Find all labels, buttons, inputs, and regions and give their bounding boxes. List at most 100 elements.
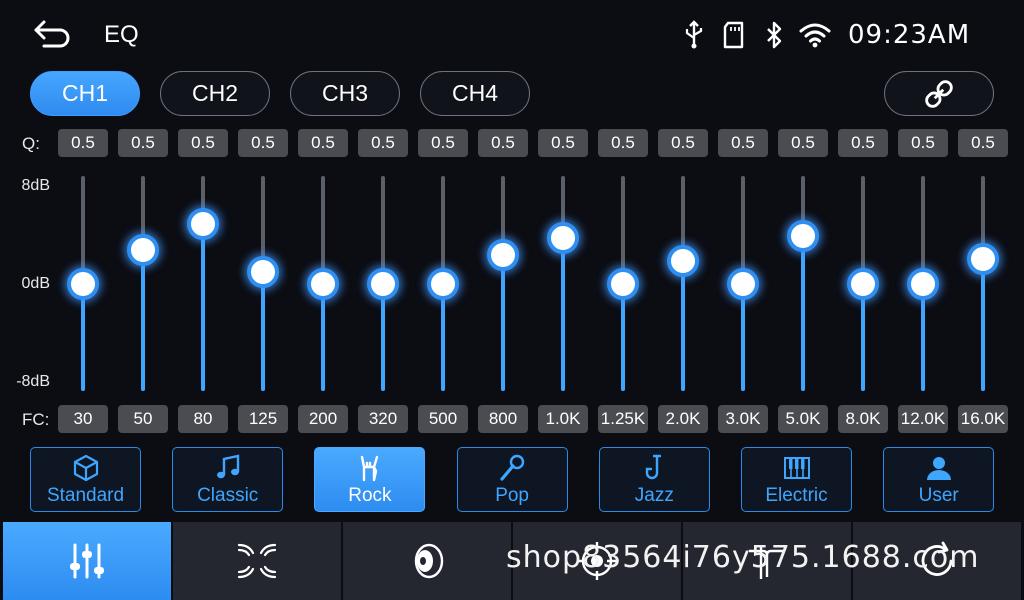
fc-value-box[interactable]: 3.0K — [718, 405, 768, 433]
q-value-box[interactable]: 0.5 — [898, 129, 948, 157]
fc-value-box[interactable]: 125 — [238, 405, 288, 433]
q-value-box[interactable]: 0.5 — [238, 129, 288, 157]
nav-tab-reset[interactable] — [853, 522, 1021, 600]
channel-button-ch4[interactable]: CH4 — [420, 71, 530, 116]
fc-value-box[interactable]: 8.0K — [838, 405, 888, 433]
reset-icon — [921, 541, 953, 576]
eq-band-slider[interactable] — [67, 176, 99, 391]
fc-value-box[interactable]: 500 — [418, 405, 468, 433]
slider-knob[interactable] — [487, 239, 519, 272]
q-value-box[interactable]: 0.5 — [658, 129, 708, 157]
channel-button-ch2[interactable]: CH2 — [160, 71, 270, 116]
eq-band-slider[interactable] — [667, 176, 699, 391]
db-label-mid: 0dB — [21, 275, 50, 292]
nav-tab-crossover[interactable] — [683, 522, 851, 600]
eq-band-slider[interactable] — [907, 176, 939, 391]
sound-field-icon — [237, 543, 277, 579]
crossover-icon — [749, 545, 785, 579]
nav-tab-equalizer[interactable] — [3, 522, 171, 600]
q-value-box[interactable]: 0.5 — [778, 129, 828, 157]
eq-band-slider[interactable] — [847, 176, 879, 391]
eq-band-slider[interactable] — [127, 176, 159, 391]
q-value-box[interactable]: 0.5 — [958, 129, 1008, 157]
q-value-box[interactable]: 0.5 — [418, 129, 468, 157]
slider-knob[interactable] — [127, 234, 159, 267]
q-value-box[interactable]: 0.5 — [538, 129, 588, 157]
eq-band-slider[interactable] — [967, 176, 999, 391]
q-value-box[interactable]: 0.5 — [358, 129, 408, 157]
microphone-icon — [500, 454, 525, 481]
fc-value-box[interactable]: 16.0K — [958, 405, 1008, 433]
q-value-box[interactable]: 0.5 — [718, 129, 768, 157]
bottom-navigation — [0, 522, 1024, 600]
fc-value-box[interactable]: 1.25K — [598, 405, 648, 433]
slider-knob[interactable] — [727, 268, 759, 300]
slider-knob[interactable] — [667, 245, 699, 278]
eq-band-slider[interactable] — [547, 176, 579, 391]
preset-label: Standard — [46, 485, 125, 506]
slider-fill — [681, 261, 685, 391]
wifi-icon — [799, 23, 831, 48]
fc-value-box[interactable]: 30 — [58, 405, 108, 433]
eq-band-slider[interactable] — [247, 176, 279, 391]
rock-hand-icon — [360, 455, 379, 482]
q-value-box[interactable]: 0.5 — [478, 129, 528, 157]
eq-band-slider[interactable] — [187, 176, 219, 391]
slider-knob[interactable] — [427, 268, 459, 300]
slider-knob[interactable] — [967, 242, 999, 275]
slider-fill — [501, 255, 505, 391]
eq-band-slider[interactable] — [367, 176, 399, 391]
fc-value-box[interactable]: 2.0K — [658, 405, 708, 433]
slider-knob[interactable] — [907, 268, 939, 300]
fc-value-box[interactable]: 80 — [178, 405, 228, 433]
slider-knob[interactable] — [307, 268, 339, 300]
nav-tab-sound-field[interactable] — [173, 522, 341, 600]
fc-value-box[interactable]: 800 — [478, 405, 528, 433]
fc-value-box[interactable]: 320 — [358, 405, 408, 433]
preset-button-pop[interactable]: Pop — [456, 447, 568, 512]
fc-value-box[interactable]: 5.0K — [778, 405, 828, 433]
fc-value-box[interactable]: 1.0K — [538, 405, 588, 433]
slider-knob[interactable] — [187, 208, 219, 240]
eq-band-slider[interactable] — [607, 176, 639, 391]
preset-button-jazz[interactable]: Jazz — [598, 447, 710, 512]
slider-knob[interactable] — [247, 256, 279, 288]
eq-band-slider[interactable] — [727, 176, 759, 391]
fc-value-box[interactable]: 12.0K — [898, 405, 948, 433]
q-value-box[interactable]: 0.5 — [598, 129, 648, 157]
nav-tab-balance-target[interactable] — [513, 522, 681, 600]
q-value-box[interactable]: 0.5 — [298, 129, 348, 157]
slider-knob[interactable] — [67, 268, 99, 300]
link-channels-button[interactable] — [884, 71, 994, 116]
preset-label: Rock — [348, 485, 392, 506]
eq-band-slider[interactable] — [487, 176, 519, 391]
preset-button-rock[interactable]: Rock — [314, 447, 426, 512]
q-value-box[interactable]: 0.5 — [838, 129, 888, 157]
fc-value-box[interactable]: 50 — [118, 405, 168, 433]
piano-icon — [783, 457, 810, 479]
channel-button-ch1[interactable]: CH1 — [30, 71, 140, 116]
q-value-box[interactable]: 0.5 — [178, 129, 228, 157]
eq-band-slider[interactable] — [427, 176, 459, 391]
page-title: EQ — [104, 21, 139, 48]
balance-target-icon — [578, 542, 616, 580]
eq-band-slider[interactable] — [307, 176, 339, 391]
q-value-box[interactable]: 0.5 — [58, 129, 108, 157]
cube-icon — [73, 454, 98, 482]
slider-fill — [441, 284, 445, 391]
preset-button-standard[interactable]: Standard — [30, 447, 141, 512]
eq-band-slider[interactable] — [787, 176, 819, 391]
nav-tab-speaker[interactable] — [343, 522, 511, 600]
fc-value-box[interactable]: 200 — [298, 405, 348, 433]
channel-button-ch3[interactable]: CH3 — [290, 71, 400, 116]
preset-button-classic[interactable]: Classic — [172, 447, 284, 512]
back-button[interactable] — [32, 18, 72, 52]
slider-knob[interactable] — [367, 268, 399, 300]
slider-knob[interactable] — [607, 268, 639, 300]
slider-knob[interactable] — [547, 222, 579, 255]
preset-button-electric[interactable]: Electric — [741, 447, 852, 512]
preset-button-user[interactable]: User — [883, 447, 995, 512]
q-value-box[interactable]: 0.5 — [118, 129, 168, 157]
slider-knob[interactable] — [787, 220, 819, 252]
slider-knob[interactable] — [847, 268, 879, 300]
